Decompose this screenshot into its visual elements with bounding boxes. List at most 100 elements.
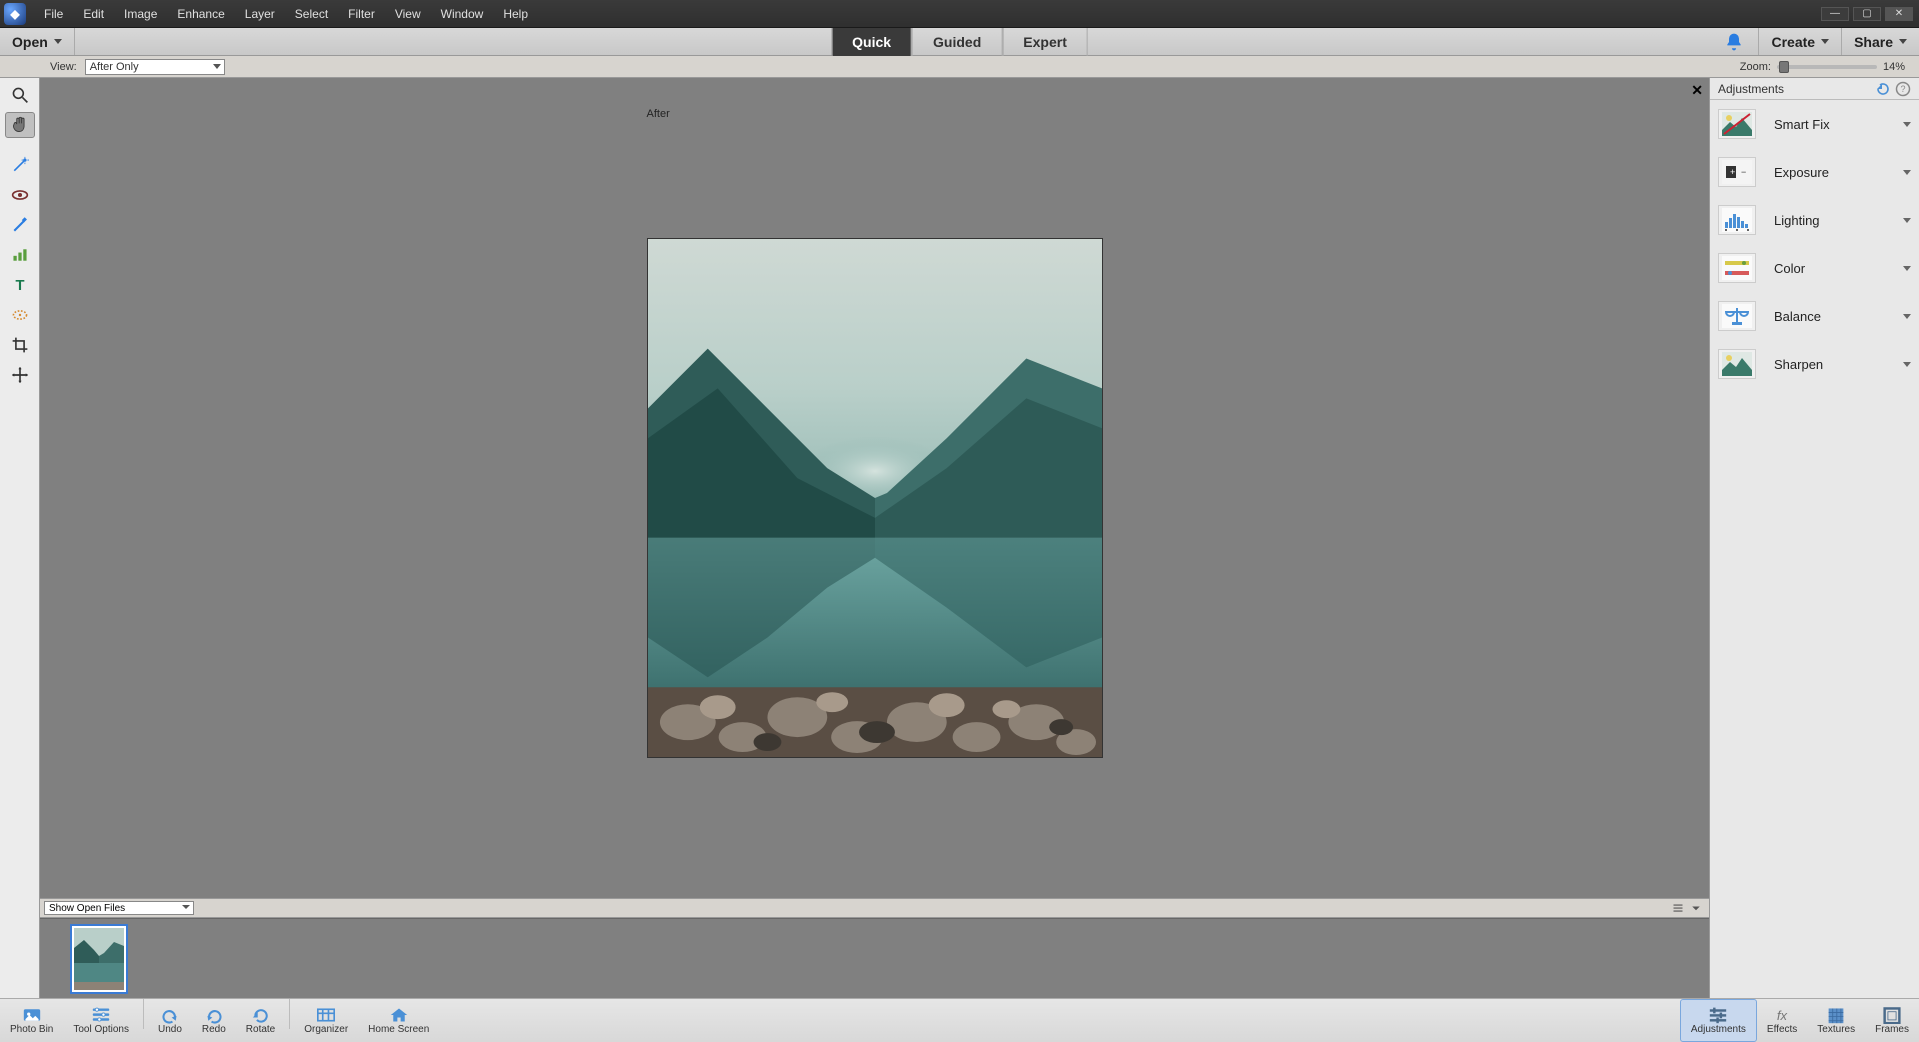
tool-zoom[interactable] [5, 82, 35, 108]
bb-label: Redo [202, 1024, 226, 1035]
adjustment-color[interactable]: Color [1710, 244, 1919, 292]
menu-image[interactable]: Image [114, 0, 167, 28]
tool-auto[interactable] [5, 242, 35, 268]
close-document-button[interactable]: ✕ [1691, 82, 1703, 99]
action-bar: Open QuickGuidedExpert Create Share [0, 28, 1919, 56]
chevron-down-icon [1903, 266, 1911, 271]
adjustment-smartfix[interactable]: Smart Fix [1710, 100, 1919, 148]
chevron-down-icon [1903, 362, 1911, 367]
open-button[interactable]: Open [0, 28, 75, 55]
close-button[interactable]: ✕ [1885, 7, 1913, 21]
bb-textures[interactable]: Textures [1807, 999, 1865, 1042]
image-canvas[interactable] [647, 238, 1103, 758]
chevron-down-icon [1821, 39, 1829, 44]
tooloptions-icon [90, 1006, 112, 1024]
menu-window[interactable]: Window [431, 0, 494, 28]
photobin [40, 918, 1709, 998]
photobin-select[interactable]: Show Open Files [44, 901, 194, 915]
menu-filter[interactable]: Filter [338, 0, 385, 28]
chevron-down-icon [1903, 170, 1911, 175]
tool-crop[interactable] [5, 332, 35, 358]
menu-file[interactable]: File [34, 0, 73, 28]
zoom-slider[interactable] [1777, 65, 1877, 69]
mode-tab-quick[interactable]: Quick [831, 28, 912, 56]
adjustment-exposure[interactable]: Exposure [1710, 148, 1919, 196]
window-controls: — ▢ ✕ [1819, 7, 1915, 21]
menu-help[interactable]: Help [493, 0, 538, 28]
tool-quick-select[interactable] [5, 152, 35, 178]
share-button[interactable]: Share [1841, 28, 1919, 55]
tool-hand[interactable] [5, 112, 35, 138]
bb-label: Undo [158, 1024, 182, 1035]
app-icon: ◆ [4, 3, 26, 25]
bb-redo[interactable]: Redo [192, 999, 236, 1042]
tool-text[interactable] [5, 272, 35, 298]
balance-icon [1718, 301, 1756, 331]
tool-move[interactable] [5, 362, 35, 388]
maximize-button[interactable]: ▢ [1853, 7, 1881, 21]
menu-layer[interactable]: Layer [235, 0, 285, 28]
bb-photobin[interactable]: Photo Bin [0, 999, 63, 1042]
mode-tab-expert[interactable]: Expert [1002, 28, 1088, 56]
chevron-down-icon [1899, 39, 1907, 44]
bb-label: Frames [1875, 1024, 1909, 1035]
bb-label: Textures [1817, 1024, 1855, 1035]
effects-icon [1771, 1006, 1793, 1024]
chevron-down-icon [1903, 314, 1911, 319]
adjustment-label: Color [1774, 261, 1903, 276]
adjustment-label: Balance [1774, 309, 1903, 324]
color-icon [1718, 253, 1756, 283]
zoom-label: Zoom: [1740, 61, 1771, 73]
menu-edit[interactable]: Edit [73, 0, 114, 28]
bb-home[interactable]: Home Screen [358, 999, 439, 1042]
help-icon[interactable]: ? [1895, 81, 1911, 97]
notifications-button[interactable] [1724, 32, 1744, 52]
canvas-area: ✕ After [40, 78, 1709, 998]
bb-label: Tool Options [73, 1024, 129, 1035]
open-label: Open [12, 34, 48, 50]
bb-tooloptions[interactable]: Tool Options [63, 999, 139, 1042]
photobin-select-value: Show Open Files [49, 903, 125, 914]
chevron-down-icon [182, 905, 190, 909]
tool-whiten[interactable] [5, 212, 35, 238]
menu-view[interactable]: View [385, 0, 431, 28]
tool-strip [0, 78, 40, 998]
tool-spot[interactable] [5, 302, 35, 328]
adjustment-sharpen[interactable]: Sharpen [1710, 340, 1919, 388]
photobin-menu-button[interactable] [1669, 901, 1687, 915]
create-label: Create [1771, 34, 1815, 50]
redo-icon [203, 1006, 225, 1024]
bb-label: Organizer [304, 1024, 348, 1035]
create-button[interactable]: Create [1758, 28, 1841, 55]
adjustment-label: Smart Fix [1774, 117, 1903, 132]
share-label: Share [1854, 34, 1893, 50]
reset-icon[interactable] [1875, 81, 1891, 97]
view-label: View: [0, 61, 85, 73]
bb-adjustments[interactable]: Adjustments [1680, 999, 1757, 1042]
bb-label: Adjustments [1691, 1024, 1746, 1035]
tool-eye[interactable] [5, 182, 35, 208]
bb-undo[interactable]: Undo [148, 999, 192, 1042]
bb-organizer[interactable]: Organizer [294, 999, 358, 1042]
view-select[interactable]: After Only [85, 59, 225, 75]
adjustment-balance[interactable]: Balance [1710, 292, 1919, 340]
menu-enhance[interactable]: Enhance [167, 0, 234, 28]
minimize-button[interactable]: — [1821, 7, 1849, 21]
chevron-down-icon [1903, 218, 1911, 223]
undo-icon [159, 1006, 181, 1024]
adjustment-label: Sharpen [1774, 357, 1903, 372]
menu-select[interactable]: Select [285, 0, 338, 28]
bb-effects[interactable]: Effects [1757, 999, 1807, 1042]
chevron-down-icon [213, 64, 221, 69]
photobin-thumbnail[interactable] [70, 924, 128, 994]
adjustment-lighting[interactable]: Lighting [1710, 196, 1919, 244]
bb-frames[interactable]: Frames [1865, 999, 1919, 1042]
canvas-after-label: After [647, 108, 670, 120]
bb-label: Rotate [246, 1024, 275, 1035]
bb-rotate[interactable]: Rotate [236, 999, 285, 1042]
bb-label: Photo Bin [10, 1024, 53, 1035]
bottom-bar: Photo Bin Tool Options Undo Redo Rotate Organ… [0, 998, 1919, 1042]
photobin-bar: Show Open Files [40, 898, 1709, 918]
photobin-collapse-button[interactable] [1687, 901, 1705, 915]
mode-tab-guided[interactable]: Guided [912, 28, 1002, 56]
